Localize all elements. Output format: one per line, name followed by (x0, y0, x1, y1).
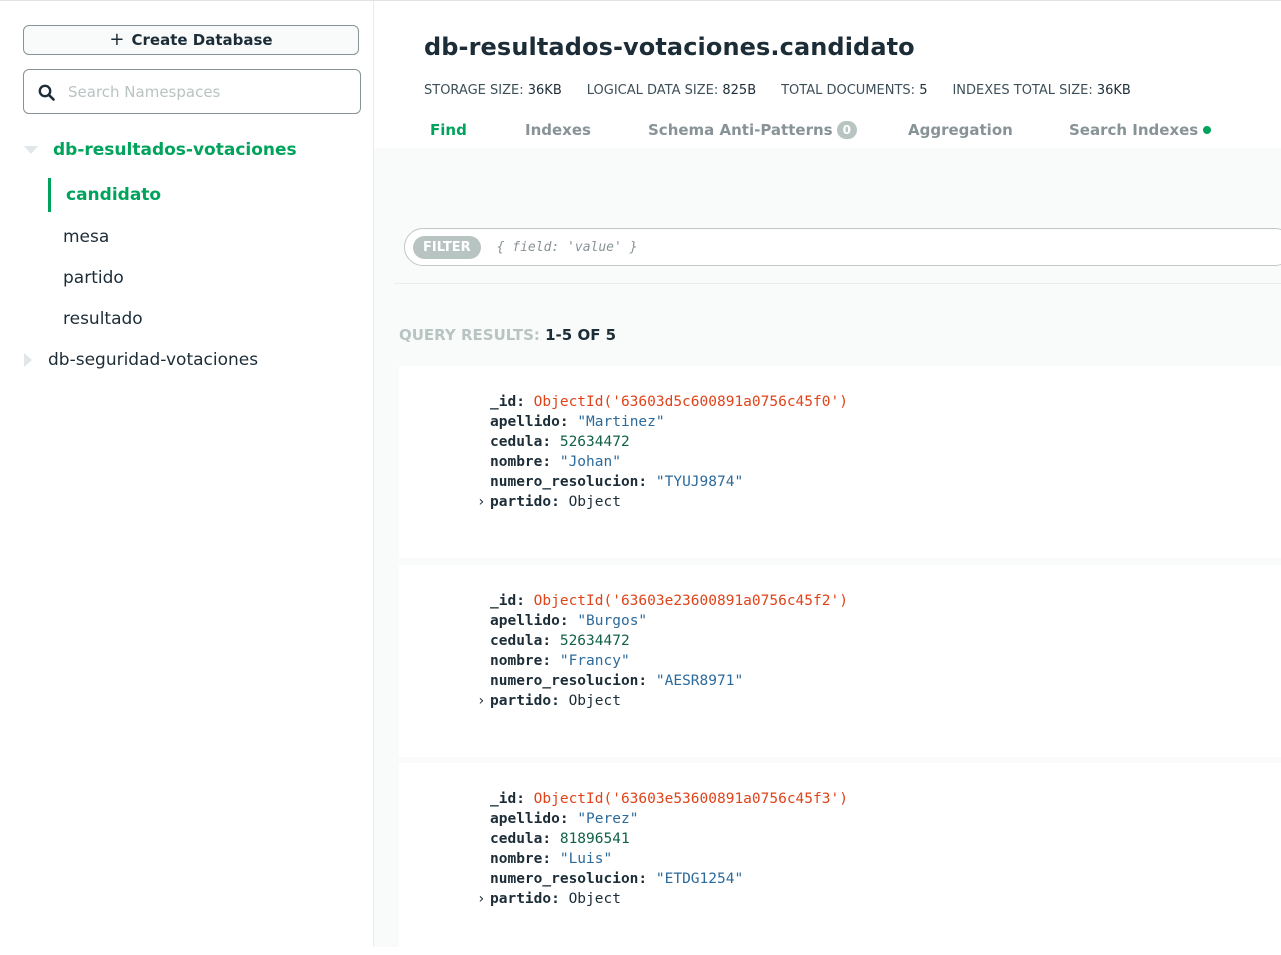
field-apellido: apellido: "Perez" (490, 811, 639, 827)
field-value: ObjectId('63603d5c600891a0756c45f0') (533, 394, 848, 410)
tab-aggregation[interactable]: Aggregation (908, 121, 1013, 139)
chevron-right-icon[interactable]: › (477, 889, 485, 909)
tab-indexes[interactable]: Indexes (525, 121, 591, 139)
stat-label: STORAGE SIZE: (424, 83, 524, 98)
field-value: 52634472 (559, 434, 630, 450)
field-value: "AESR8971" (655, 673, 744, 689)
database-item-db-resultados-votaciones[interactable]: db-resultados-votaciones (22, 135, 297, 165)
caret-right-icon[interactable] (24, 353, 32, 367)
tab-label: Search Indexes (1069, 121, 1199, 139)
field-apellido: apellido: "Burgos" (490, 613, 648, 629)
field-value: "Johan" (559, 454, 621, 470)
stat-logical-size: LOGICAL DATA SIZE: 825B (587, 83, 756, 98)
create-database-button[interactable]: + Create Database (23, 25, 359, 55)
database-item-db-seguridad-votaciones[interactable]: db-seguridad-votaciones (22, 345, 258, 375)
stat-value: 825B (722, 83, 757, 98)
field-value: "Perez" (577, 811, 639, 827)
query-results-range: 1-5 OF 5 (545, 326, 617, 344)
field-nombre: nombre: "Luis" (490, 851, 613, 867)
field-value: "Martinez" (577, 414, 665, 430)
divider (394, 283, 1281, 284)
database-label: db-resultados-votaciones (53, 140, 297, 160)
collection-item-mesa[interactable]: mesa (48, 220, 109, 254)
collection-label: candidato (66, 185, 162, 205)
field-value: 52634472 (559, 633, 630, 649)
field-nombre: nombre: "Francy" (490, 653, 630, 669)
search-namespaces-input[interactable] (66, 81, 340, 102)
query-results-count: QUERY RESULTS: 1-5 OF 5 (399, 326, 616, 344)
field-value: ObjectId('63603e23600891a0756c45f2') (533, 593, 848, 609)
tab-label: Find (430, 121, 467, 139)
chevron-right-icon[interactable]: › (477, 492, 485, 512)
stat-storage-size: STORAGE SIZE: 36KB (424, 83, 562, 98)
field-id: _id: ObjectId('63603e53600891a0756c45f3'… (490, 791, 848, 807)
field-numero-resolucion: numero_resolucion: "ETDG1254" (490, 871, 744, 887)
field-value: 81896541 (559, 831, 630, 847)
tab-label: Aggregation (908, 121, 1013, 139)
tab-schema-anti-patterns[interactable]: Schema Anti-Patterns 0 (648, 121, 857, 139)
chevron-right-icon[interactable]: › (477, 691, 485, 711)
document-card[interactable]: _id: ObjectId('63603d5c600891a0756c45f0'… (399, 366, 1281, 558)
count-badge: 0 (836, 121, 857, 139)
tab-search-indexes[interactable]: Search Indexes (1069, 121, 1212, 139)
field-cedula: cedula: 52634472 (490, 633, 630, 649)
field-cedula: cedula: 81896541 (490, 831, 630, 847)
tab-label: Schema Anti-Patterns (648, 121, 833, 139)
search-namespaces-box[interactable] (23, 69, 361, 114)
collection-stats: STORAGE SIZE: 36KB LOGICAL DATA SIZE: 82… (424, 83, 1131, 98)
filter-label: FILTER (413, 235, 481, 259)
tab-find[interactable]: Find (430, 121, 467, 139)
field-value: "Francy" (559, 653, 630, 669)
stat-value: 36KB (1096, 83, 1131, 98)
field-partido[interactable]: › partido: Object (477, 492, 848, 512)
field-value: Object (568, 693, 621, 709)
collection-label: partido (63, 268, 124, 288)
status-dot-icon (1203, 126, 1212, 134)
field-partido[interactable]: › partido: Object (477, 691, 848, 711)
caret-down-icon[interactable] (24, 146, 38, 154)
field-id: _id: ObjectId('63603d5c600891a0756c45f0'… (490, 394, 848, 410)
field-numero-resolucion: numero_resolucion: "AESR8971" (490, 673, 744, 689)
field-cedula: cedula: 52634472 (490, 434, 630, 450)
stat-value: 5 (919, 83, 928, 98)
query-results-label: QUERY RESULTS: (399, 326, 540, 344)
field-value: "Burgos" (577, 613, 648, 629)
field-id: _id: ObjectId('63603e23600891a0756c45f2'… (490, 593, 848, 609)
field-value: "Luis" (559, 851, 613, 867)
field-value: Object (568, 494, 621, 510)
collection-label: resultado (63, 309, 143, 329)
collection-item-partido[interactable]: partido (48, 261, 124, 295)
stat-label: INDEXES TOTAL SIZE: (952, 83, 1093, 98)
sidebar: + Create Database db-resultados-votacion… (0, 1, 374, 947)
document-card[interactable]: _id: ObjectId('63603e23600891a0756c45f2'… (399, 565, 1281, 757)
collection-label: mesa (63, 227, 110, 247)
field-numero-resolucion: numero_resolucion: "TYUJ9874" (490, 474, 744, 490)
page-title: db-resultados-votaciones.candidato (424, 33, 915, 61)
filter-bar[interactable]: FILTER { field: 'value' } (404, 228, 1281, 266)
field-value: ObjectId('63603e53600891a0756c45f3') (533, 791, 848, 807)
field-value: Object (568, 891, 621, 907)
plus-icon: + (109, 29, 125, 50)
field-value: "ETDG1254" (655, 871, 744, 887)
stat-value: 36KB (527, 83, 562, 98)
collection-view: db-resultados-votaciones.candidato STORA… (374, 1, 1281, 955)
stat-label: LOGICAL DATA SIZE: (586, 83, 719, 98)
results-area: FILTER { field: 'value' } QUERY RESULTS:… (374, 148, 1281, 955)
field-apellido: apellido: "Martinez" (490, 414, 665, 430)
tab-label: Indexes (525, 121, 591, 139)
stat-indexes-size: INDEXES TOTAL SIZE: 36KB (952, 83, 1130, 98)
filter-input[interactable]: { field: 'value' } (497, 240, 638, 255)
stat-total-documents: TOTAL DOCUMENTS: 5 (781, 83, 927, 98)
field-nombre: nombre: "Johan" (490, 454, 621, 470)
stat-label: TOTAL DOCUMENTS: (781, 83, 916, 98)
database-label: db-seguridad-votaciones (48, 350, 259, 370)
document-card[interactable]: _id: ObjectId('63603e53600891a0756c45f3'… (399, 763, 1281, 955)
create-database-label: Create Database (131, 31, 273, 49)
search-icon (38, 84, 55, 101)
collection-item-candidato[interactable]: candidato (48, 178, 161, 212)
collection-item-resultado[interactable]: resultado (48, 302, 143, 336)
field-partido[interactable]: › partido: Object (477, 889, 848, 909)
field-value: "TYUJ9874" (655, 474, 744, 490)
